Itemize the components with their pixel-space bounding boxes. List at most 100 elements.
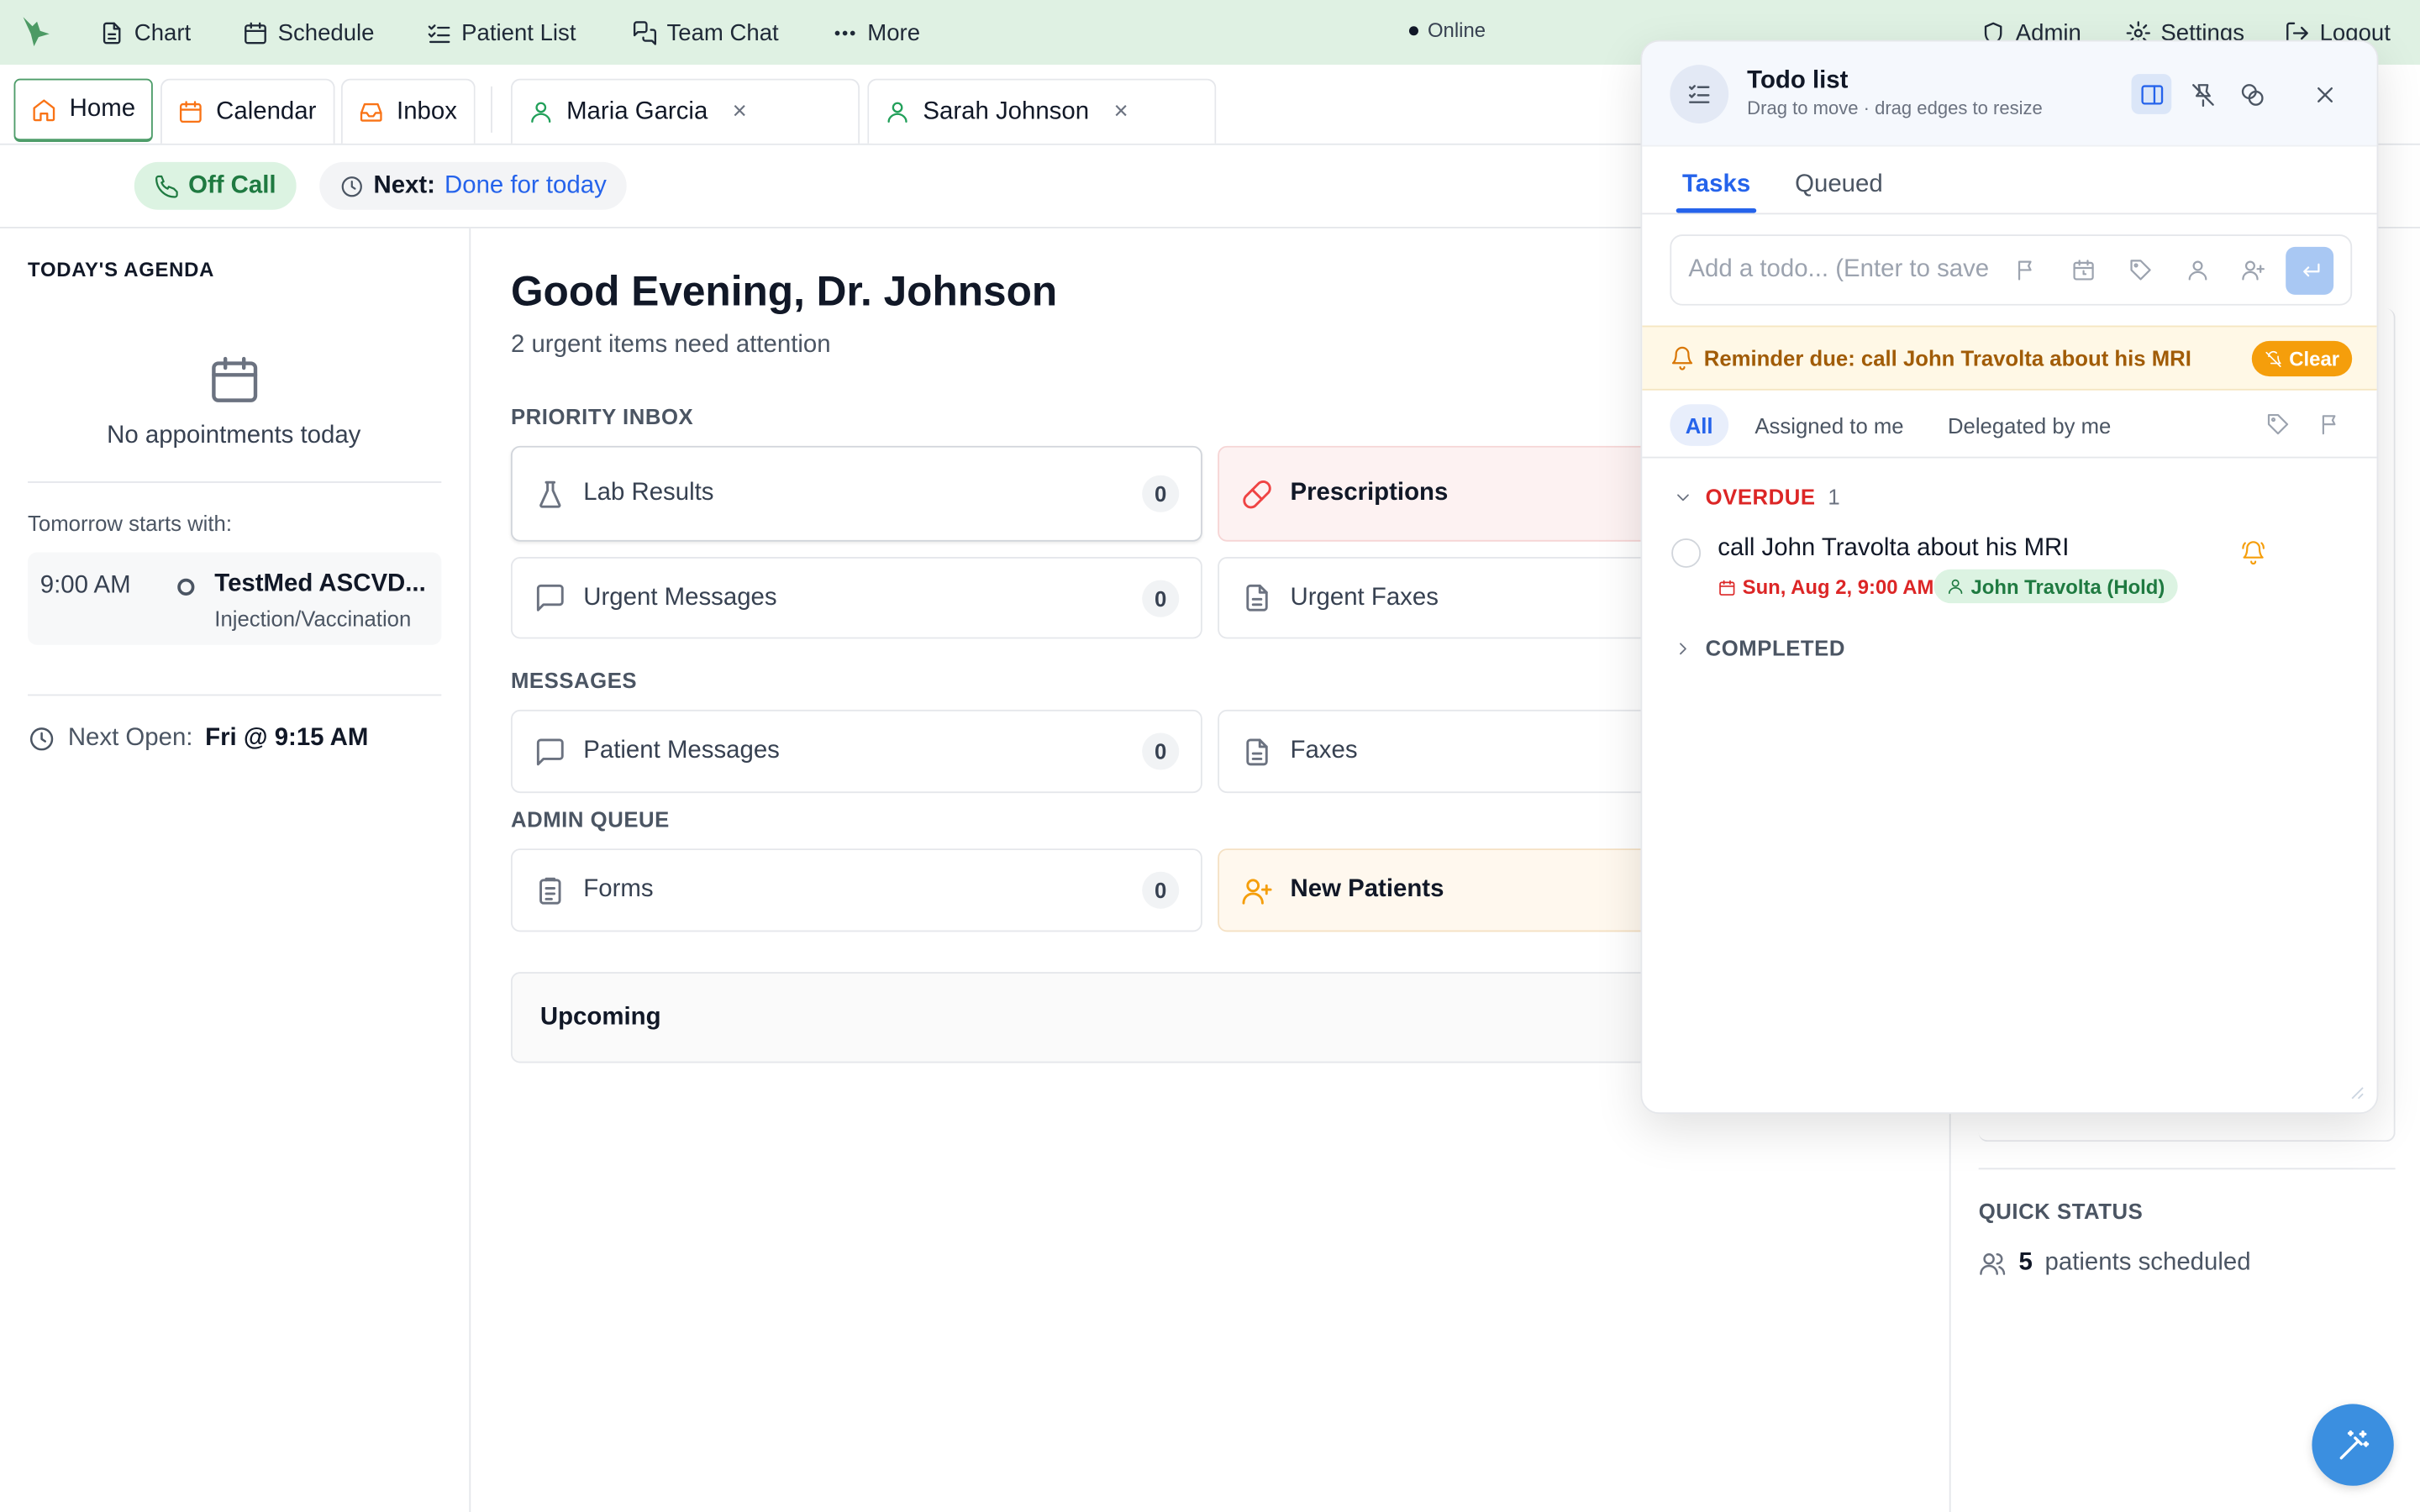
flask-icon xyxy=(539,480,561,507)
resize-handle-icon[interactable] xyxy=(2349,1084,2365,1100)
todo-header[interactable]: Todo list Drag to move · drag edges to r… xyxy=(1642,41,2377,147)
close-icon[interactable]: × xyxy=(1113,98,1128,126)
divider xyxy=(28,481,442,483)
next-open-value: Fri @ 9:15 AM xyxy=(205,725,369,752)
tomorrow-label: Tomorrow starts with: xyxy=(28,510,232,536)
task-title[interactable]: call John Travolta about his MRI xyxy=(1718,535,2069,563)
completed-label: COMPLETED xyxy=(1705,635,1845,661)
tab-inbox[interactable]: Inbox xyxy=(340,78,476,144)
next-open-slot: Next Open: Fri @ 9:15 AM xyxy=(28,725,368,753)
online-status: Online xyxy=(1408,18,1486,42)
urgent-summary: 2 urgent items need attention xyxy=(510,331,831,359)
chevron-down-icon xyxy=(1677,493,1689,501)
tab-home[interactable]: Home xyxy=(13,78,153,142)
close-button[interactable] xyxy=(2304,74,2344,114)
completed-group-header[interactable]: COMPLETED xyxy=(1673,636,1845,660)
empty-agenda-text: No appointments today xyxy=(107,423,361,449)
urgent-faxes-card[interactable]: Urgent Faxes xyxy=(1218,557,1681,639)
page-title: Good Evening, Dr. Johnson xyxy=(510,268,1058,315)
tab-patient-sarah-johnson[interactable]: Sarah Johnson × xyxy=(867,78,1217,144)
todo-title: Todo list xyxy=(1747,67,1849,95)
todo-tabs: Tasks Queued xyxy=(1642,146,2377,215)
upcoming-title: Upcoming xyxy=(539,1004,661,1031)
todo-input-box[interactable]: Add a todo... (Enter to save xyxy=(1670,234,2353,306)
call-status-badge[interactable]: Off Call xyxy=(134,161,297,210)
lab-results-card[interactable]: Lab Results 0 xyxy=(510,445,1202,542)
document-icon xyxy=(1246,584,1268,612)
tab-calendar[interactable]: Calendar xyxy=(160,78,335,144)
bell-icon xyxy=(1670,345,1694,370)
link-button[interactable] xyxy=(2232,74,2272,114)
forms-card[interactable]: Forms 0 xyxy=(510,848,1202,932)
admin-queue-title: ADMIN QUEUE xyxy=(510,806,670,832)
new-patients-card[interactable]: New Patients xyxy=(1218,848,1681,932)
chevron-right-icon xyxy=(1680,642,1686,654)
user-icon xyxy=(887,102,908,123)
task-due-label: Sun, Aug 2, 9:00 AM xyxy=(1742,575,1934,599)
flag-icon[interactable] xyxy=(2014,258,2042,286)
unpin-button[interactable] xyxy=(2182,74,2223,114)
calendar-clock-icon[interactable] xyxy=(2071,258,2099,286)
nav-schedule[interactable]: Schedule xyxy=(242,0,375,65)
call-status-label: Off Call xyxy=(188,171,276,199)
urgent-messages-card[interactable]: Urgent Messages 0 xyxy=(510,557,1202,639)
dock-side-button[interactable] xyxy=(2131,74,2172,114)
nav-chart[interactable]: Chart xyxy=(99,0,191,65)
tag-filter-icon[interactable] xyxy=(2265,412,2290,436)
prescriptions-card[interactable]: Prescriptions xyxy=(1218,445,1681,542)
card-label: Lab Results xyxy=(583,480,714,507)
user-icon[interactable] xyxy=(2186,258,2213,286)
reminder-text: Reminder due: call John Travolta about h… xyxy=(1703,345,2191,370)
faxes-card[interactable]: Faxes xyxy=(1218,709,1681,794)
patients-scheduled-label: patients scheduled xyxy=(2044,1249,2251,1276)
bell-ringing-icon[interactable] xyxy=(2241,540,2265,565)
clipboard-icon xyxy=(539,876,561,904)
count-badge: 0 xyxy=(1142,732,1180,770)
submit-todo-button[interactable] xyxy=(2286,246,2334,295)
patient-messages-card[interactable]: Patient Messages 0 xyxy=(510,709,1202,794)
online-status-label: Online xyxy=(1427,18,1486,42)
tab-patient-maria-garcia[interactable]: Maria Garcia × xyxy=(510,78,860,144)
tomorrow-appointment[interactable]: 9:00 AM TestMed ASCVD... Injection/Vacci… xyxy=(28,552,442,645)
overdue-group-header[interactable]: OVERDUE 1 xyxy=(1673,485,1840,509)
task-checkbox[interactable] xyxy=(1671,538,1702,568)
close-icon[interactable]: × xyxy=(733,98,747,126)
user-plus-icon[interactable] xyxy=(2241,258,2269,286)
tag-icon[interactable] xyxy=(2128,258,2156,286)
tab-tasks[interactable]: Tasks xyxy=(1682,171,1750,199)
clock-icon xyxy=(29,727,54,751)
clear-reminder-button[interactable]: Clear xyxy=(2251,340,2353,377)
user-icon xyxy=(531,102,551,123)
divider xyxy=(1978,1168,2396,1170)
calendar-icon xyxy=(245,21,266,44)
reminder-banner: Reminder due: call John Travolta about h… xyxy=(1642,325,2377,391)
filter-all[interactable]: All xyxy=(1670,404,1728,446)
nav-patient-list[interactable]: Patient List xyxy=(426,0,576,65)
todo-input-placeholder[interactable]: Add a todo... (Enter to save xyxy=(1688,256,1996,284)
flag-filter-icon[interactable] xyxy=(2318,412,2343,436)
close-icon xyxy=(2317,87,2333,102)
next-appointment-badge: Next: Done for today xyxy=(319,161,627,210)
todo-panel[interactable]: Todo list Drag to move · drag edges to r… xyxy=(1640,39,2379,1115)
filter-delegated[interactable]: Delegated by me xyxy=(1933,404,2127,446)
tab-queued[interactable]: Queued xyxy=(1795,171,1883,199)
panel-right-icon xyxy=(2140,84,2163,104)
tab-inbox-label: Inbox xyxy=(397,97,457,124)
task-assignee-badge[interactable]: John Travolta (Hold) xyxy=(1933,569,2178,604)
document-icon xyxy=(103,21,121,44)
inbox-icon xyxy=(360,102,382,122)
count-badge: 0 xyxy=(1142,871,1180,909)
enter-icon xyxy=(2302,262,2319,276)
filter-assigned[interactable]: Assigned to me xyxy=(1739,404,1919,446)
nav-team-chat[interactable]: Team Chat xyxy=(631,0,779,65)
card-label: New Patients xyxy=(1290,876,1444,903)
users-icon xyxy=(1980,1253,2006,1275)
tab-calendar-label: Calendar xyxy=(216,97,317,124)
magic-wand-button[interactable] xyxy=(2312,1404,2394,1486)
patients-scheduled-stat: 5 patients scheduled xyxy=(1979,1250,2251,1278)
tab-home-label: Home xyxy=(69,95,136,123)
nav-more[interactable]: More xyxy=(832,0,920,65)
logo-icon[interactable] xyxy=(18,13,55,50)
next-label: Next: xyxy=(373,171,435,199)
bell-off-icon xyxy=(2265,350,2282,367)
